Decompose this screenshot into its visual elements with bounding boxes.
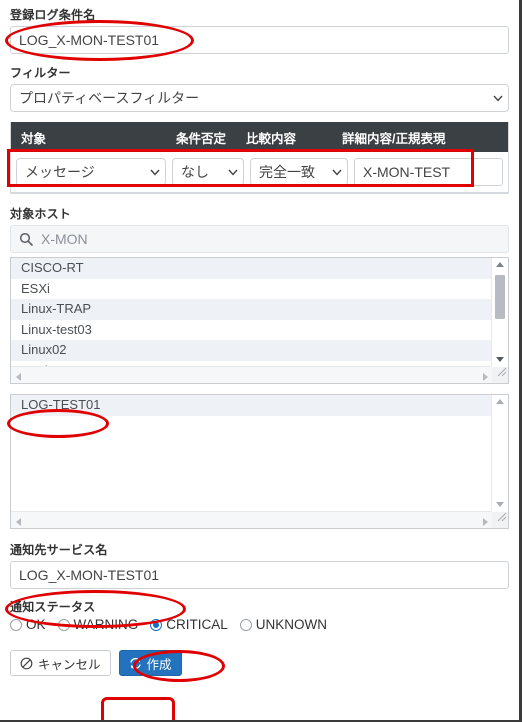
- radio-option-critical[interactable]: CRITICAL: [150, 617, 228, 632]
- selected-host-vertical-scrollbar[interactable]: [491, 395, 508, 512]
- resize-grip-icon: [495, 509, 507, 527]
- list-item[interactable]: CISCO-RT: [11, 258, 492, 279]
- condition-compare-value: 完全一致: [250, 158, 348, 186]
- selected-host-horizontal-scrollbar[interactable]: [11, 511, 492, 528]
- list-item[interactable]: Linux-TRAP: [11, 299, 492, 320]
- condition-target-select[interactable]: メッセージ: [16, 158, 166, 186]
- filter-select[interactable]: プロパティベースフィルター: [10, 84, 509, 112]
- selected-host-options: LOG-TEST01: [11, 395, 492, 512]
- condition-detail-input[interactable]: [354, 158, 503, 186]
- radio-label: UNKNOWN: [255, 617, 328, 632]
- radio-option-ok[interactable]: OK: [10, 617, 46, 632]
- radio-option-warning[interactable]: WARNING: [57, 617, 139, 632]
- host-listbox-options: CISCO-RT ESXi Linux-TRAP Linux-test03 Li…: [11, 258, 492, 367]
- list-item[interactable]: Linux02: [11, 340, 492, 361]
- radio-icon-checked: [150, 618, 163, 631]
- resize-grip-handle[interactable]: [492, 512, 508, 528]
- column-header-negate: 条件否定: [176, 131, 227, 146]
- table-row: メッセージ なし 完全一致: [11, 152, 508, 193]
- target-host-label: 対象ホスト: [10, 207, 72, 221]
- resize-grip-handle[interactable]: [492, 367, 508, 383]
- host-listbox-vertical-scrollbar[interactable]: [491, 258, 508, 367]
- host-search-box: [10, 225, 509, 253]
- radio-label: OK: [26, 617, 46, 632]
- filter-select-value: プロパティベースフィルター: [10, 84, 509, 112]
- conditions-table: 対象 条件否定 比較内容 詳細内容/正規表現 メッセージ なし 完全一致 X-M…: [10, 122, 509, 194]
- radio-icon: [10, 618, 22, 631]
- filter-group: フィルター プロパティベースフィルター: [10, 66, 509, 112]
- radio-icon: [57, 618, 70, 631]
- resize-grip-icon: [495, 364, 507, 382]
- create-button[interactable]: 作成: [118, 650, 182, 676]
- log-condition-name-label: 登録ログ条件名: [10, 8, 96, 22]
- condition-compare-select[interactable]: 完全一致: [250, 158, 348, 186]
- notify-status-group: 通知ステータス OK WARNING CRITICAL UNKNOWN: [10, 600, 509, 632]
- radio-label: WARNING: [73, 617, 139, 632]
- cancel-button[interactable]: キャンセル: [10, 650, 111, 676]
- create-button-label: 作成: [146, 657, 172, 672]
- form-container: 登録ログ条件名 フィルター プロパティベースフィルター 対象 条件否定 比較内容…: [0, 0, 519, 676]
- scroll-up-icon[interactable]: [492, 395, 508, 409]
- log-condition-name-input[interactable]: [10, 26, 509, 54]
- conditions-table-header: 対象 条件否定 比較内容 詳細内容/正規表現: [11, 122, 508, 152]
- form-actions: キャンセル 作成: [10, 650, 509, 676]
- notify-service-label: 通知先サービス名: [10, 543, 108, 557]
- scroll-right-icon[interactable]: [478, 368, 492, 383]
- condition-negate-select[interactable]: なし: [172, 158, 244, 186]
- host-listbox[interactable]: CISCO-RT ESXi Linux-TRAP Linux-test03 Li…: [10, 257, 509, 384]
- host-search-input[interactable]: [10, 225, 509, 253]
- host-listbox-horizontal-scrollbar[interactable]: [11, 366, 492, 383]
- list-item[interactable]: LOG-TEST01: [11, 395, 492, 416]
- scroll-left-icon[interactable]: [11, 368, 25, 383]
- filter-label: フィルター: [10, 66, 71, 80]
- target-host-group: 対象ホスト CISCO-RT ESXi Linux-TRAP Linux-tes…: [10, 207, 509, 384]
- condition-detail-wrap: [354, 158, 503, 186]
- condition-target-value: メッセージ: [16, 158, 166, 186]
- scrollbar-thumb[interactable]: [495, 275, 505, 319]
- notify-status-label: 通知ステータス: [10, 600, 96, 614]
- notify-service-input[interactable]: [10, 561, 509, 589]
- column-header-target: 対象: [21, 131, 47, 146]
- notify-status-radio-group: OK WARNING CRITICAL UNKNOWN: [10, 617, 509, 632]
- selected-host-listbox[interactable]: LOG-TEST01: [10, 394, 509, 529]
- log-condition-form-page: 登録ログ条件名 フィルター プロパティベースフィルター 対象 条件否定 比較内容…: [0, 0, 522, 722]
- scroll-left-icon[interactable]: [11, 513, 25, 528]
- scroll-up-icon[interactable]: [492, 258, 508, 272]
- refresh-icon: [129, 657, 142, 670]
- list-item[interactable]: Linux-test03: [11, 320, 492, 341]
- cancel-button-label: キャンセル: [38, 657, 101, 672]
- radio-icon: [239, 618, 252, 631]
- scroll-right-icon[interactable]: [478, 513, 492, 528]
- column-header-detail: 詳細内容/正規表現: [342, 131, 446, 146]
- annotation-create-button: [101, 697, 175, 720]
- log-condition-name-group: 登録ログ条件名: [10, 8, 509, 54]
- list-item[interactable]: ESXi: [11, 279, 492, 300]
- condition-negate-value: なし: [172, 158, 244, 186]
- prohibit-icon: [20, 657, 33, 670]
- column-header-compare: 比較内容: [246, 131, 297, 146]
- radio-option-unknown[interactable]: UNKNOWN: [239, 617, 328, 632]
- radio-label: CRITICAL: [166, 617, 228, 632]
- notify-service-group: 通知先サービス名: [10, 543, 509, 589]
